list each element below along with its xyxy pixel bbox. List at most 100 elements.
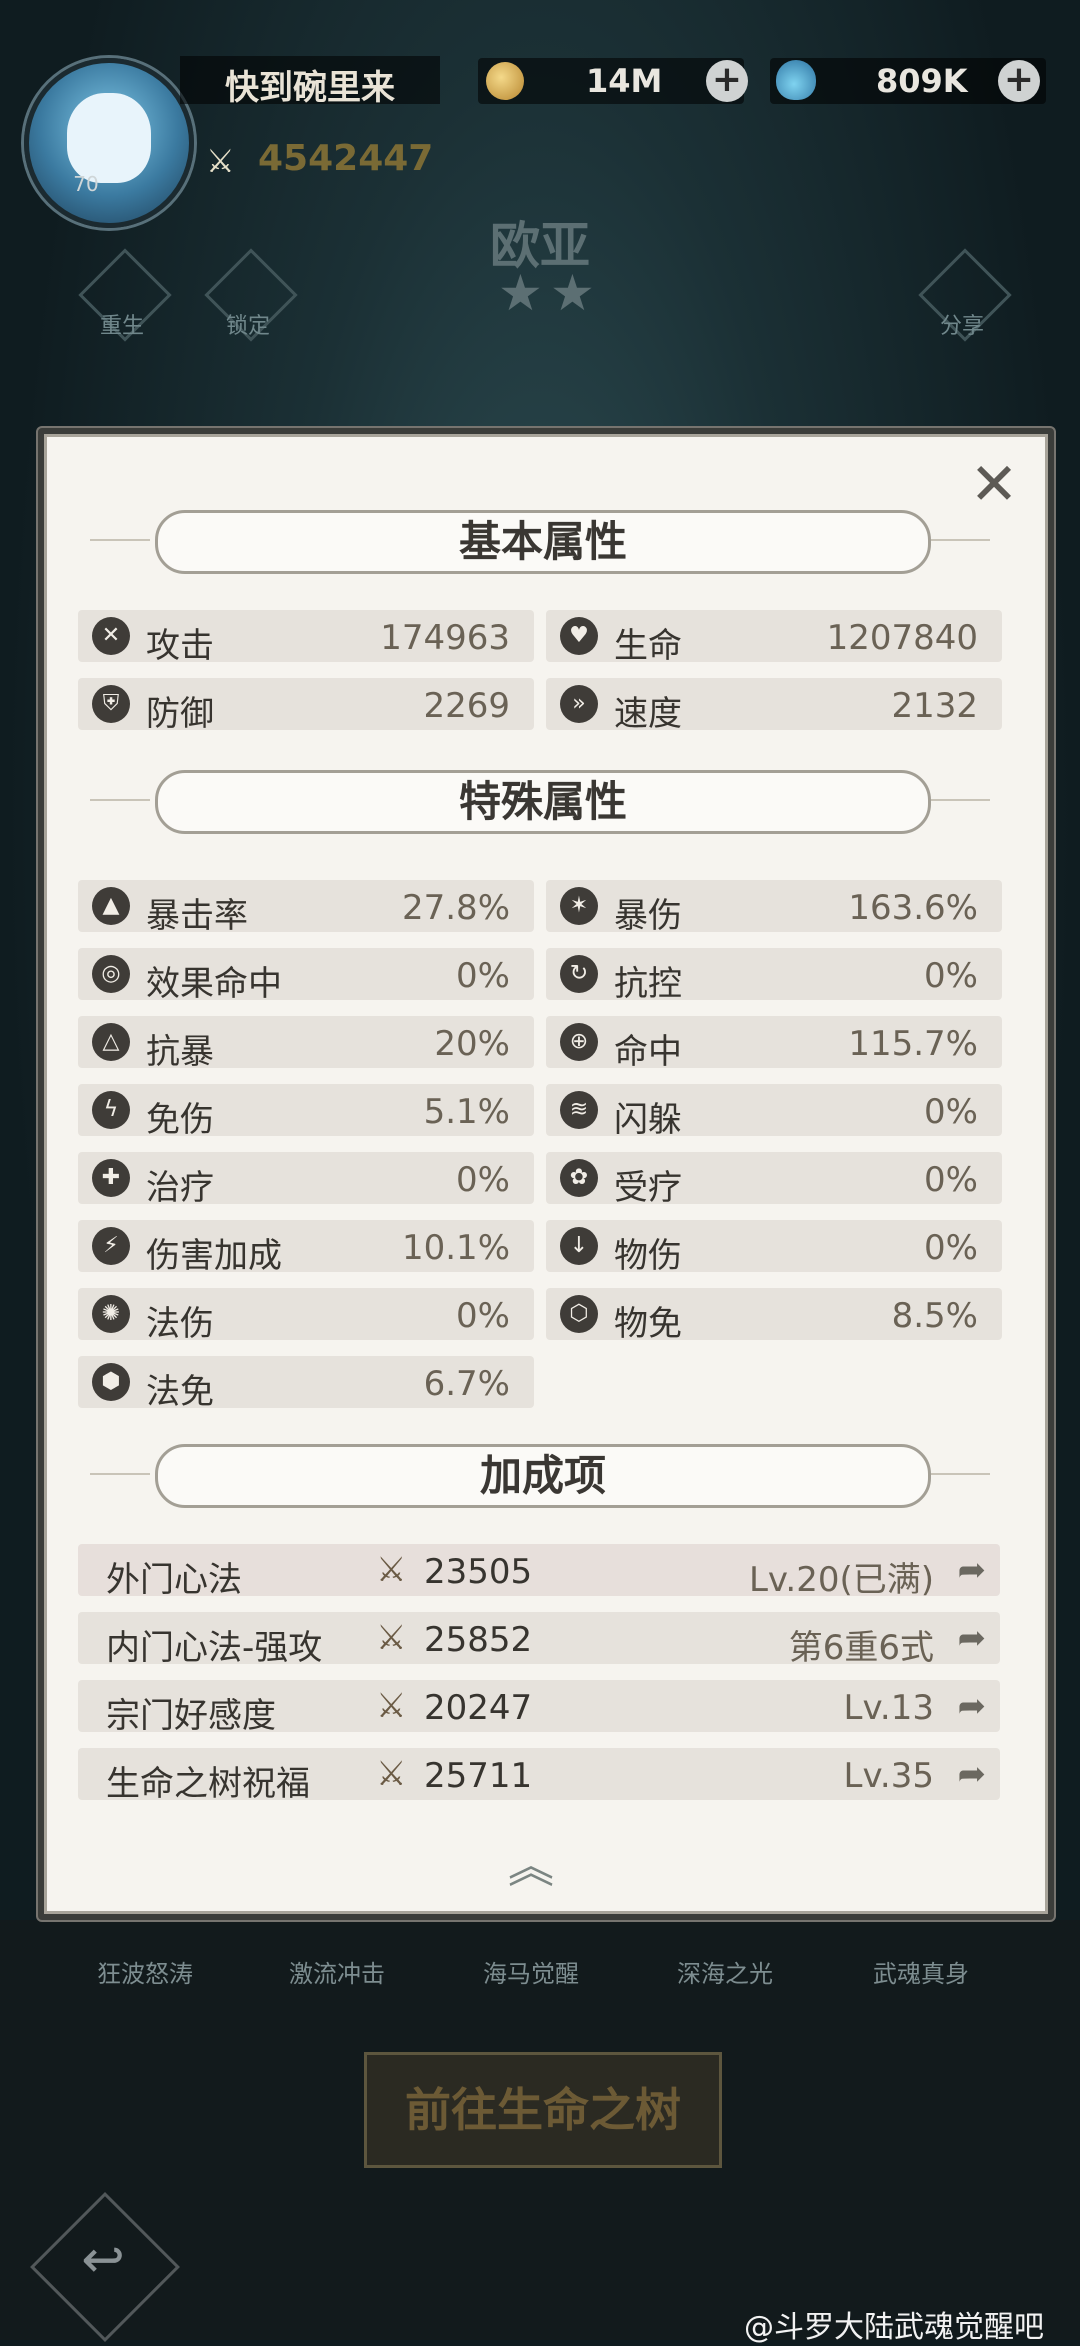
- share-arrow-icon[interactable]: ➦: [958, 1686, 987, 1726]
- stat-value: 20%: [434, 1024, 510, 1064]
- skill-label[interactable]: 狂波怒涛: [70, 1954, 220, 1989]
- close-button[interactable]: ✕: [962, 452, 1026, 516]
- burst-icon: ✶: [560, 887, 598, 925]
- stat-value: 0%: [924, 1228, 978, 1268]
- divider: [90, 1473, 150, 1475]
- skill-label[interactable]: 深海之光: [650, 1954, 800, 1989]
- stat-row: ▲ 暴击率 27.8%: [78, 880, 534, 936]
- star-icon: ★: [550, 264, 595, 322]
- stat-label: 抗控: [614, 964, 682, 1004]
- bonus-level: 第6重6式: [788, 1628, 934, 1668]
- stat-value: 163.6%: [848, 888, 978, 928]
- stat-row: ⚡ 伤害加成 10.1%: [78, 1220, 534, 1276]
- stat-value: 0%: [456, 1160, 510, 1200]
- bonus-row[interactable]: 生命之树祝福 ⚔ 25711 Lv.35 ➦: [78, 1748, 1000, 1804]
- stat-label: 治疗: [146, 1168, 214, 1208]
- stat-value: 10.1%: [401, 1228, 510, 1268]
- skill-label[interactable]: 武魂真身: [846, 1954, 996, 1989]
- physical-damage-icon: ↓: [560, 1227, 598, 1265]
- goto-tree-of-life-button[interactable]: 前往生命之树: [364, 2052, 722, 2168]
- stat-row: ⛨ 防御 2269: [78, 678, 534, 734]
- stat-row: ϟ 免伤 5.1%: [78, 1084, 534, 1140]
- divider: [930, 1473, 990, 1475]
- crossed-swords-icon: ⚔: [206, 142, 235, 180]
- collapse-chevron-icon[interactable]: ︽: [508, 1830, 554, 1896]
- add-potions-button[interactable]: +: [998, 60, 1040, 102]
- flame-icon: ▲: [92, 887, 130, 925]
- stat-label: 抗暴: [146, 1032, 214, 1072]
- rebirth-label: 重生: [100, 314, 145, 339]
- stat-row: ✺ 法伤 0%: [78, 1288, 534, 1344]
- bonus-label: 外门心法: [106, 1560, 242, 1600]
- stat-label: 闪躲: [614, 1100, 682, 1140]
- stat-row: ⬢ 法免 6.7%: [78, 1356, 534, 1412]
- stat-row: ✶ 暴伤 163.6%: [546, 880, 1002, 936]
- skill-label[interactable]: 激流冲击: [262, 1954, 412, 1989]
- stat-value: 6.7%: [423, 1364, 510, 1404]
- bonus-label: 内门心法-强攻: [106, 1628, 323, 1668]
- crossed-swords-icon: ⚔: [376, 1550, 407, 1590]
- bonus-row[interactable]: 宗门好感度 ⚔ 20247 Lv.13 ➦: [78, 1680, 1000, 1736]
- magic-damage-icon: ✺: [92, 1295, 130, 1333]
- stat-label: 暴伤: [614, 896, 682, 936]
- stat-value: 174963: [380, 618, 510, 658]
- stat-row: ⬡ 物免 8.5%: [546, 1288, 1002, 1344]
- stat-value: 115.7%: [848, 1024, 978, 1064]
- bonus-value: 23505: [424, 1552, 533, 1592]
- coin-amount: 14M: [586, 62, 663, 100]
- heart-icon: ♥: [560, 617, 598, 655]
- bonus-value: 25852: [424, 1620, 533, 1660]
- bonus-value: 25711: [424, 1756, 533, 1796]
- stat-value: 0%: [924, 956, 978, 996]
- back-arrow-icon: ↩: [81, 2230, 125, 2290]
- plus-icon: ✚: [92, 1159, 130, 1197]
- stat-value: 0%: [924, 1092, 978, 1132]
- bonus-value: 20247: [424, 1688, 533, 1728]
- stat-value: 27.8%: [401, 888, 510, 928]
- watermark: @斗罗大陆武魂觉醒吧: [744, 2310, 1044, 2345]
- add-coins-button[interactable]: +: [706, 60, 748, 102]
- bonus-title: 加成项: [155, 1444, 931, 1508]
- bonus-row[interactable]: 内门心法-强攻 ⚔ 25852 第6重6式 ➦: [78, 1612, 1000, 1668]
- stat-label: 法伤: [146, 1304, 214, 1344]
- share-arrow-icon[interactable]: ➦: [958, 1550, 987, 1590]
- damage-bonus-icon: ⚡: [92, 1227, 130, 1265]
- special-attributes-title: 特殊属性: [155, 770, 931, 834]
- stat-row: ✚ 治疗 0%: [78, 1152, 534, 1208]
- lightning-shield-icon: ϟ: [92, 1091, 130, 1129]
- player-avatar[interactable]: [24, 58, 194, 228]
- skill-label[interactable]: 海马觉醒: [456, 1954, 606, 1989]
- stat-value: 0%: [456, 1296, 510, 1336]
- stat-row: △ 抗暴 20%: [78, 1016, 534, 1072]
- avatar-face: [67, 93, 151, 183]
- avatar-level: 70: [73, 172, 99, 196]
- stat-label: 暴击率: [146, 896, 248, 936]
- stat-value: 0%: [924, 1160, 978, 1200]
- receive-heal-icon: ✿: [560, 1159, 598, 1197]
- stat-label: 命中: [614, 1032, 682, 1072]
- stat-row: ↓ 物伤 0%: [546, 1220, 1002, 1276]
- physical-resist-icon: ⬡: [560, 1295, 598, 1333]
- stat-value: 1207840: [826, 618, 978, 658]
- share-arrow-icon[interactable]: ➦: [958, 1754, 987, 1794]
- bonus-level: Lv.35: [843, 1756, 935, 1796]
- stat-row: ⊕ 命中 115.7%: [546, 1016, 1002, 1072]
- stat-label: 防御: [146, 694, 214, 734]
- stat-value: 8.5%: [891, 1296, 978, 1336]
- stat-label: 物伤: [614, 1236, 682, 1276]
- divider: [930, 799, 990, 801]
- mountain-icon: △: [92, 1023, 130, 1061]
- speed-icon: »: [560, 685, 598, 723]
- share-arrow-icon[interactable]: ➦: [958, 1618, 987, 1658]
- stat-row: ✿ 受疗 0%: [546, 1152, 1002, 1208]
- stat-row: » 速度 2132: [546, 678, 1002, 734]
- bonus-row[interactable]: 外门心法 ⚔ 23505 Lv.20(已满) ➦: [78, 1544, 1000, 1600]
- bonus-label: 生命之树祝福: [106, 1764, 310, 1804]
- crossed-swords-icon: ⚔: [376, 1618, 407, 1658]
- stat-value: 2132: [891, 686, 978, 726]
- stat-value: 0%: [456, 956, 510, 996]
- potion-amount: 809K: [876, 62, 968, 100]
- combat-power: 4542447: [258, 138, 434, 179]
- divider: [90, 799, 150, 801]
- stat-label: 法免: [146, 1372, 214, 1412]
